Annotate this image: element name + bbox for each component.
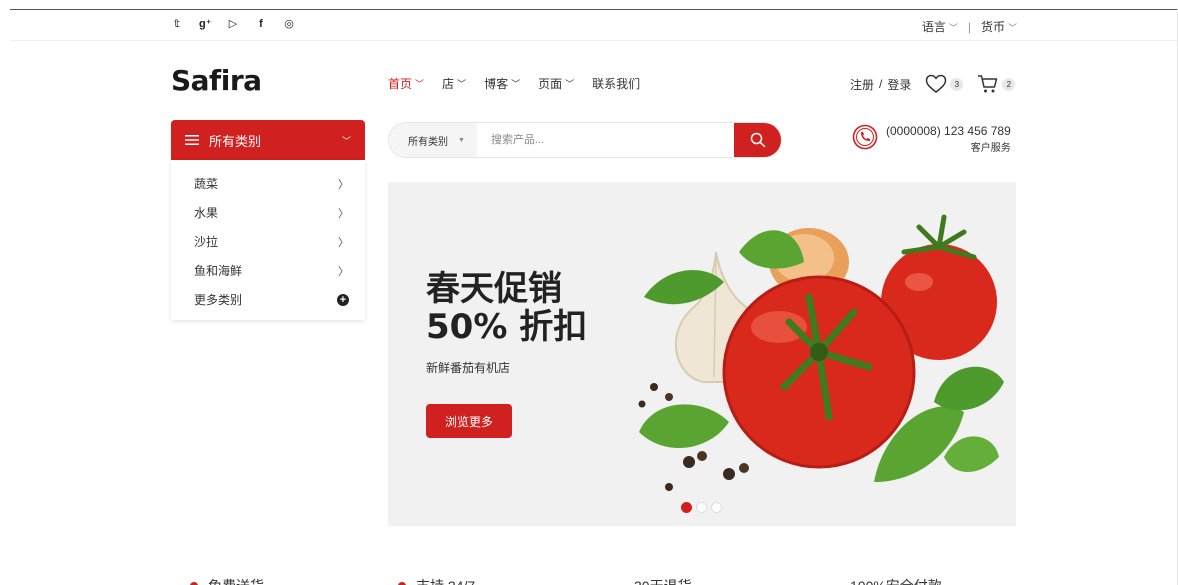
youtube-icon[interactable]: ▷: [227, 17, 239, 31]
category-item-vegetables[interactable]: 蔬菜 〉: [171, 169, 365, 198]
customer-service: (0000008) 123 456 789 客户服务: [852, 124, 1011, 154]
search-input[interactable]: [477, 123, 734, 157]
account-separator: /: [879, 77, 883, 91]
feature-returns: 30天退货: [616, 576, 832, 585]
cart-button[interactable]: 2: [977, 74, 1016, 94]
account-area: 注册 / 登录 3 2: [850, 74, 1016, 94]
main-nav: 首页 ﹀ 店 ﹀ 博客 ﹀ 页面 ﹀ 联系我们: [388, 75, 658, 92]
slide-dot-3[interactable]: [711, 502, 722, 513]
category-label: 沙拉: [194, 235, 219, 249]
chevron-down-icon: ﹀: [565, 79, 575, 89]
all-categories-toggle[interactable]: 所有类别 ﹀: [171, 120, 365, 160]
feature-label: 30天退货: [634, 576, 692, 585]
chevron-right-icon: 〉: [338, 265, 349, 278]
feature-label: 免费送货: [208, 576, 264, 585]
browse-more-button[interactable]: 浏览更多: [426, 404, 512, 438]
hero-title-line-2: 50% 折扣: [426, 307, 588, 347]
login-link[interactable]: 登录: [887, 76, 911, 93]
google-plus-icon[interactable]: g⁺: [199, 17, 212, 31]
nav-label: 博客: [484, 77, 509, 91]
plus-circle-icon: +: [337, 293, 349, 306]
search-category-label: 所有类别: [408, 136, 448, 148]
chevron-right-icon: 〉: [338, 236, 349, 249]
menu-icon: [185, 135, 199, 145]
chevron-right-icon: 〉: [338, 207, 349, 220]
phone-icon: [852, 124, 878, 150]
nav-item-blog[interactable]: 博客 ﹀: [484, 75, 520, 92]
chevron-down-icon: ﹀: [457, 79, 467, 89]
nav-label: 店: [442, 77, 455, 91]
chevron-right-icon: 〉: [338, 178, 349, 191]
feature-secure-payment: 100%安全付款: [832, 576, 942, 585]
wishlist-count-badge: 3: [950, 77, 964, 91]
phone-number: (0000008) 123 456 789: [886, 124, 1011, 138]
category-label: 鱼和海鲜: [194, 264, 243, 278]
nav-item-pages[interactable]: 页面 ﹀: [538, 75, 574, 92]
currency-dropdown[interactable]: 货币 ﹀: [981, 18, 1017, 35]
feature-support: 支持 24/7: [398, 576, 616, 585]
site-logo[interactable]: Safira: [171, 64, 262, 97]
feature-label: 支持 24/7: [416, 576, 475, 585]
caret-down-icon: ▼: [458, 136, 465, 144]
chevron-down-icon: ﹀: [948, 23, 958, 33]
language-dropdown[interactable]: 语言 ﹀: [922, 18, 958, 35]
facebook-icon[interactable]: f: [255, 17, 267, 31]
register-link[interactable]: 注册: [850, 76, 874, 93]
category-item-seafood[interactable]: 鱼和海鲜 〉: [171, 256, 365, 285]
hero-title: 春天促销 50% 折扣: [426, 270, 587, 346]
hero-subtitle: 新鲜番茄有机店: [426, 361, 511, 375]
nav-item-shop[interactable]: 店 ﹀: [442, 75, 466, 92]
divider: |: [967, 19, 971, 34]
nav-label: 首页: [388, 77, 413, 91]
chevron-down-icon: ﹀: [415, 79, 425, 89]
hero-slider: 春天促销 50% 折扣 新鲜番茄有机店 浏览更多: [388, 182, 1016, 526]
chevron-down-icon: ﹀: [1007, 23, 1017, 33]
more-categories-button[interactable]: 更多类别 +: [171, 285, 365, 314]
customer-service-label: 客户服务: [970, 143, 1011, 154]
feature-free-shipping: 免费送货: [190, 576, 398, 585]
category-item-fruits[interactable]: 水果 〉: [171, 198, 365, 227]
wishlist-button[interactable]: 3: [925, 74, 964, 94]
cart-icon: [978, 75, 998, 93]
top-bar: 𝕥 g⁺ ▷ f ◎ 语言 ﹀ | 货币 ﹀: [10, 10, 1178, 41]
category-label: 更多类别: [194, 293, 243, 307]
nav-item-home[interactable]: 首页 ﹀: [388, 75, 424, 92]
search-bar: 所有类别 ▼: [388, 122, 782, 158]
category-label: 水果: [194, 206, 219, 220]
category-item-salad[interactable]: 沙拉 〉: [171, 227, 365, 256]
search-category-select[interactable]: 所有类别 ▼: [389, 123, 477, 157]
slide-dot-1[interactable]: [681, 502, 692, 513]
search-icon: [750, 132, 765, 148]
chevron-down-icon: ﹀: [511, 79, 521, 89]
nav-label: 页面: [538, 77, 563, 91]
top-right-menu: 语言 ﹀ | 货币 ﹀: [922, 18, 1017, 35]
tomato-illustration: [638, 214, 1004, 491]
slider-pagination: [681, 502, 722, 513]
chevron-down-icon: ﹀: [341, 135, 351, 146]
social-links: 𝕥 g⁺ ▷ f ◎: [171, 17, 295, 31]
hero-title-line-1: 春天促销: [426, 269, 562, 309]
category-label: 蔬菜: [194, 177, 219, 191]
search-button[interactable]: [734, 123, 781, 157]
features-row: 免费送货 支持 24/7 30天退货 100%安全付款: [190, 576, 1010, 585]
twitter-icon[interactable]: 𝕥: [171, 17, 183, 31]
category-list: 蔬菜〉 水果〉 沙拉〉 鱼和海鲜〉 更多类别 +: [171, 160, 365, 320]
slide-dot-2[interactable]: [696, 502, 707, 513]
nav-label: 联系我们: [592, 77, 641, 91]
heart-icon: [926, 74, 947, 93]
instagram-icon[interactable]: ◎: [283, 17, 295, 31]
language-label: 语言: [921, 20, 946, 34]
feature-label: 100%安全付款: [850, 576, 942, 585]
categories-title: 所有类别: [209, 133, 262, 149]
cart-count-badge: 2: [1002, 77, 1016, 91]
currency-label: 货币: [980, 20, 1005, 34]
nav-item-contact[interactable]: 联系我们: [592, 75, 640, 92]
